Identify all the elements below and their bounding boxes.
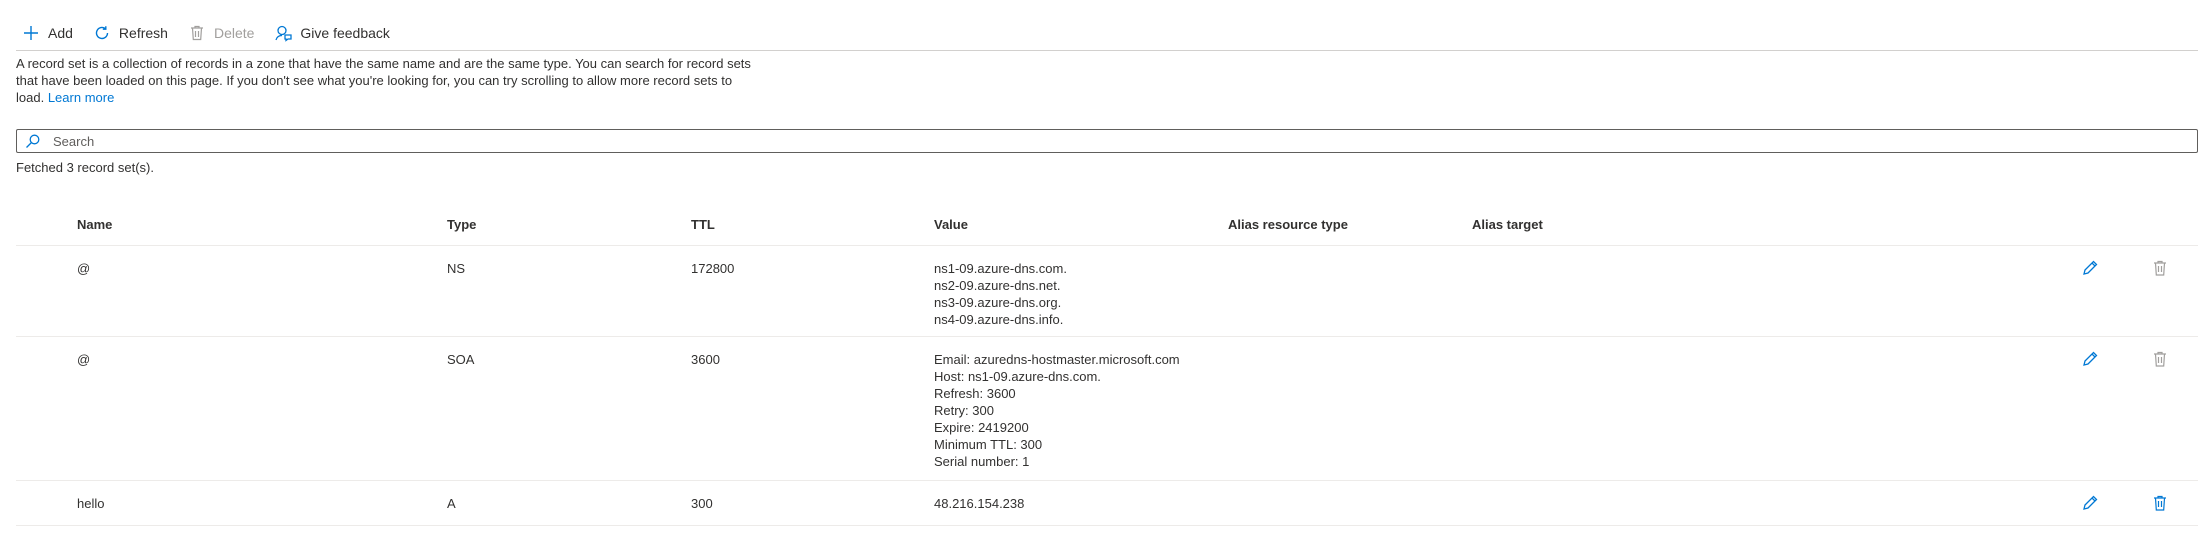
value-line: Refresh: 3600: [934, 386, 1016, 401]
record-name[interactable]: hello: [77, 495, 104, 512]
value-line: Email: azuredns-hostmaster.microsoft.com: [934, 352, 1180, 367]
edit-icon[interactable]: [2080, 349, 2100, 369]
table-row[interactable]: @ SOA 3600 Email: azuredns-hostmaster.mi…: [16, 337, 2198, 481]
record-value: Email: azuredns-hostmaster.microsoft.com…: [934, 351, 1180, 470]
add-button[interactable]: Add: [16, 14, 87, 52]
delete-icon[interactable]: [2150, 493, 2170, 513]
value-line: Minimum TTL: 300: [934, 437, 1043, 452]
delete-button-label: Delete: [213, 25, 255, 41]
description-text: A record set is a collection of records …: [16, 56, 751, 105]
add-button-label: Add: [48, 25, 73, 41]
delete-button[interactable]: Delete: [182, 14, 268, 52]
record-type: SOA: [447, 352, 475, 367]
value-line: Serial number: 1: [934, 454, 1030, 469]
command-bar: Add Refresh Delete Give feedback: [16, 14, 404, 52]
search-icon: [26, 134, 40, 148]
value-line: Host: ns1-09.azure-dns.com.: [934, 369, 1101, 384]
record-value: ns1-09.azure-dns.com. ns2-09.azure-dns.n…: [934, 260, 1067, 328]
column-header-type[interactable]: Type: [447, 217, 476, 232]
add-icon: [24, 26, 38, 40]
toolbar-divider: [16, 50, 2198, 51]
record-sets-table: Name Type TTL Value Alias resource type …: [16, 205, 2198, 526]
record-type: NS: [447, 261, 466, 276]
search-input[interactable]: [51, 132, 2197, 150]
value-line: ns1-09.azure-dns.com.: [934, 261, 1067, 276]
delete-icon[interactable]: [2150, 349, 2170, 369]
refresh-button-label: Refresh: [118, 25, 168, 41]
delete-icon[interactable]: [2150, 258, 2170, 278]
value-line: 48.216.154.238: [934, 496, 1025, 511]
learn-more-link[interactable]: Learn more: [48, 90, 114, 105]
fetched-status: Fetched 3 record set(s).: [16, 160, 154, 175]
refresh-icon: [95, 26, 109, 40]
column-header-alias-resource-type[interactable]: Alias resource type: [1228, 217, 1348, 232]
value-line: ns3-09.azure-dns.org.: [934, 295, 1062, 310]
record-type: A: [447, 496, 456, 511]
give-feedback-button[interactable]: Give feedback: [268, 14, 404, 52]
record-name[interactable]: @: [77, 351, 90, 368]
give-feedback-label: Give feedback: [300, 25, 390, 41]
delete-icon: [190, 25, 203, 41]
value-line: Retry: 300: [934, 403, 994, 418]
refresh-button[interactable]: Refresh: [87, 14, 182, 52]
table-row[interactable]: hello A 300 48.216.154.238: [16, 481, 2198, 526]
feedback-icon: [275, 25, 293, 42]
value-line: ns4-09.azure-dns.info.: [934, 312, 1064, 327]
edit-icon[interactable]: [2080, 493, 2100, 513]
column-header-value[interactable]: Value: [934, 217, 968, 232]
column-header-name[interactable]: Name: [77, 217, 112, 232]
search-box[interactable]: [16, 129, 2198, 153]
record-ttl: 3600: [691, 352, 720, 367]
column-header-alias-target[interactable]: Alias target: [1472, 217, 1543, 232]
edit-icon[interactable]: [2080, 258, 2100, 278]
record-name[interactable]: @: [77, 260, 90, 277]
description: A record set is a collection of records …: [16, 55, 756, 106]
value-line: Expire: 2419200: [934, 420, 1029, 435]
record-ttl: 300: [691, 496, 713, 511]
value-line: ns2-09.azure-dns.net.: [934, 278, 1061, 293]
record-ttl: 172800: [691, 261, 735, 276]
table-header: Name Type TTL Value Alias resource type …: [16, 205, 2198, 246]
record-value: 48.216.154.238: [934, 495, 1024, 512]
table-row[interactable]: @ NS 172800 ns1-09.azure-dns.com. ns2-09…: [16, 246, 2198, 337]
column-header-ttl[interactable]: TTL: [691, 217, 715, 232]
